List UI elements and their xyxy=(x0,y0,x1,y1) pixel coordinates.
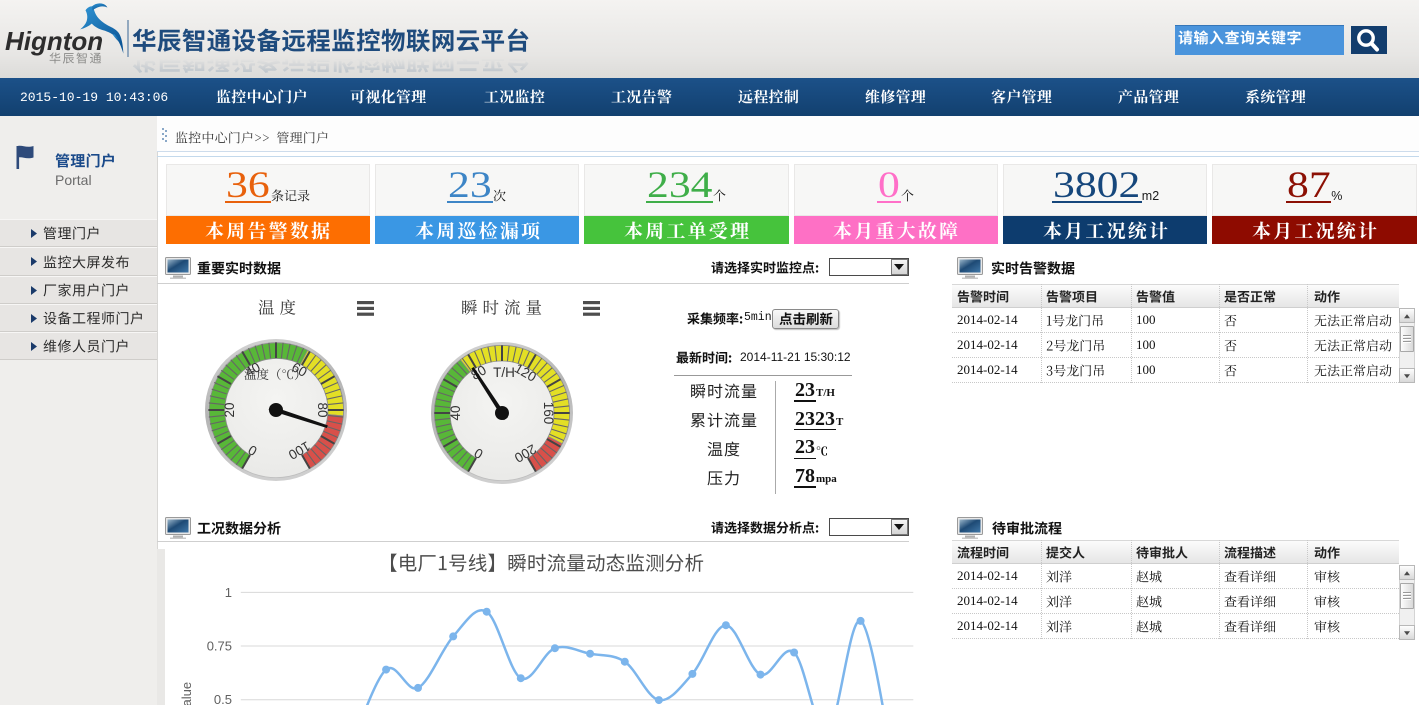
svg-text:80: 80 xyxy=(315,402,330,417)
svg-text:T/H: T/H xyxy=(493,365,515,380)
svg-text:20: 20 xyxy=(221,402,236,417)
svg-text:0.5: 0.5 xyxy=(214,692,232,705)
svg-text:160: 160 xyxy=(541,402,556,425)
svg-text:value: value xyxy=(179,682,194,705)
svg-text:0.75: 0.75 xyxy=(207,639,232,654)
svg-text:40: 40 xyxy=(448,405,463,420)
svg-text:1: 1 xyxy=(225,585,232,600)
